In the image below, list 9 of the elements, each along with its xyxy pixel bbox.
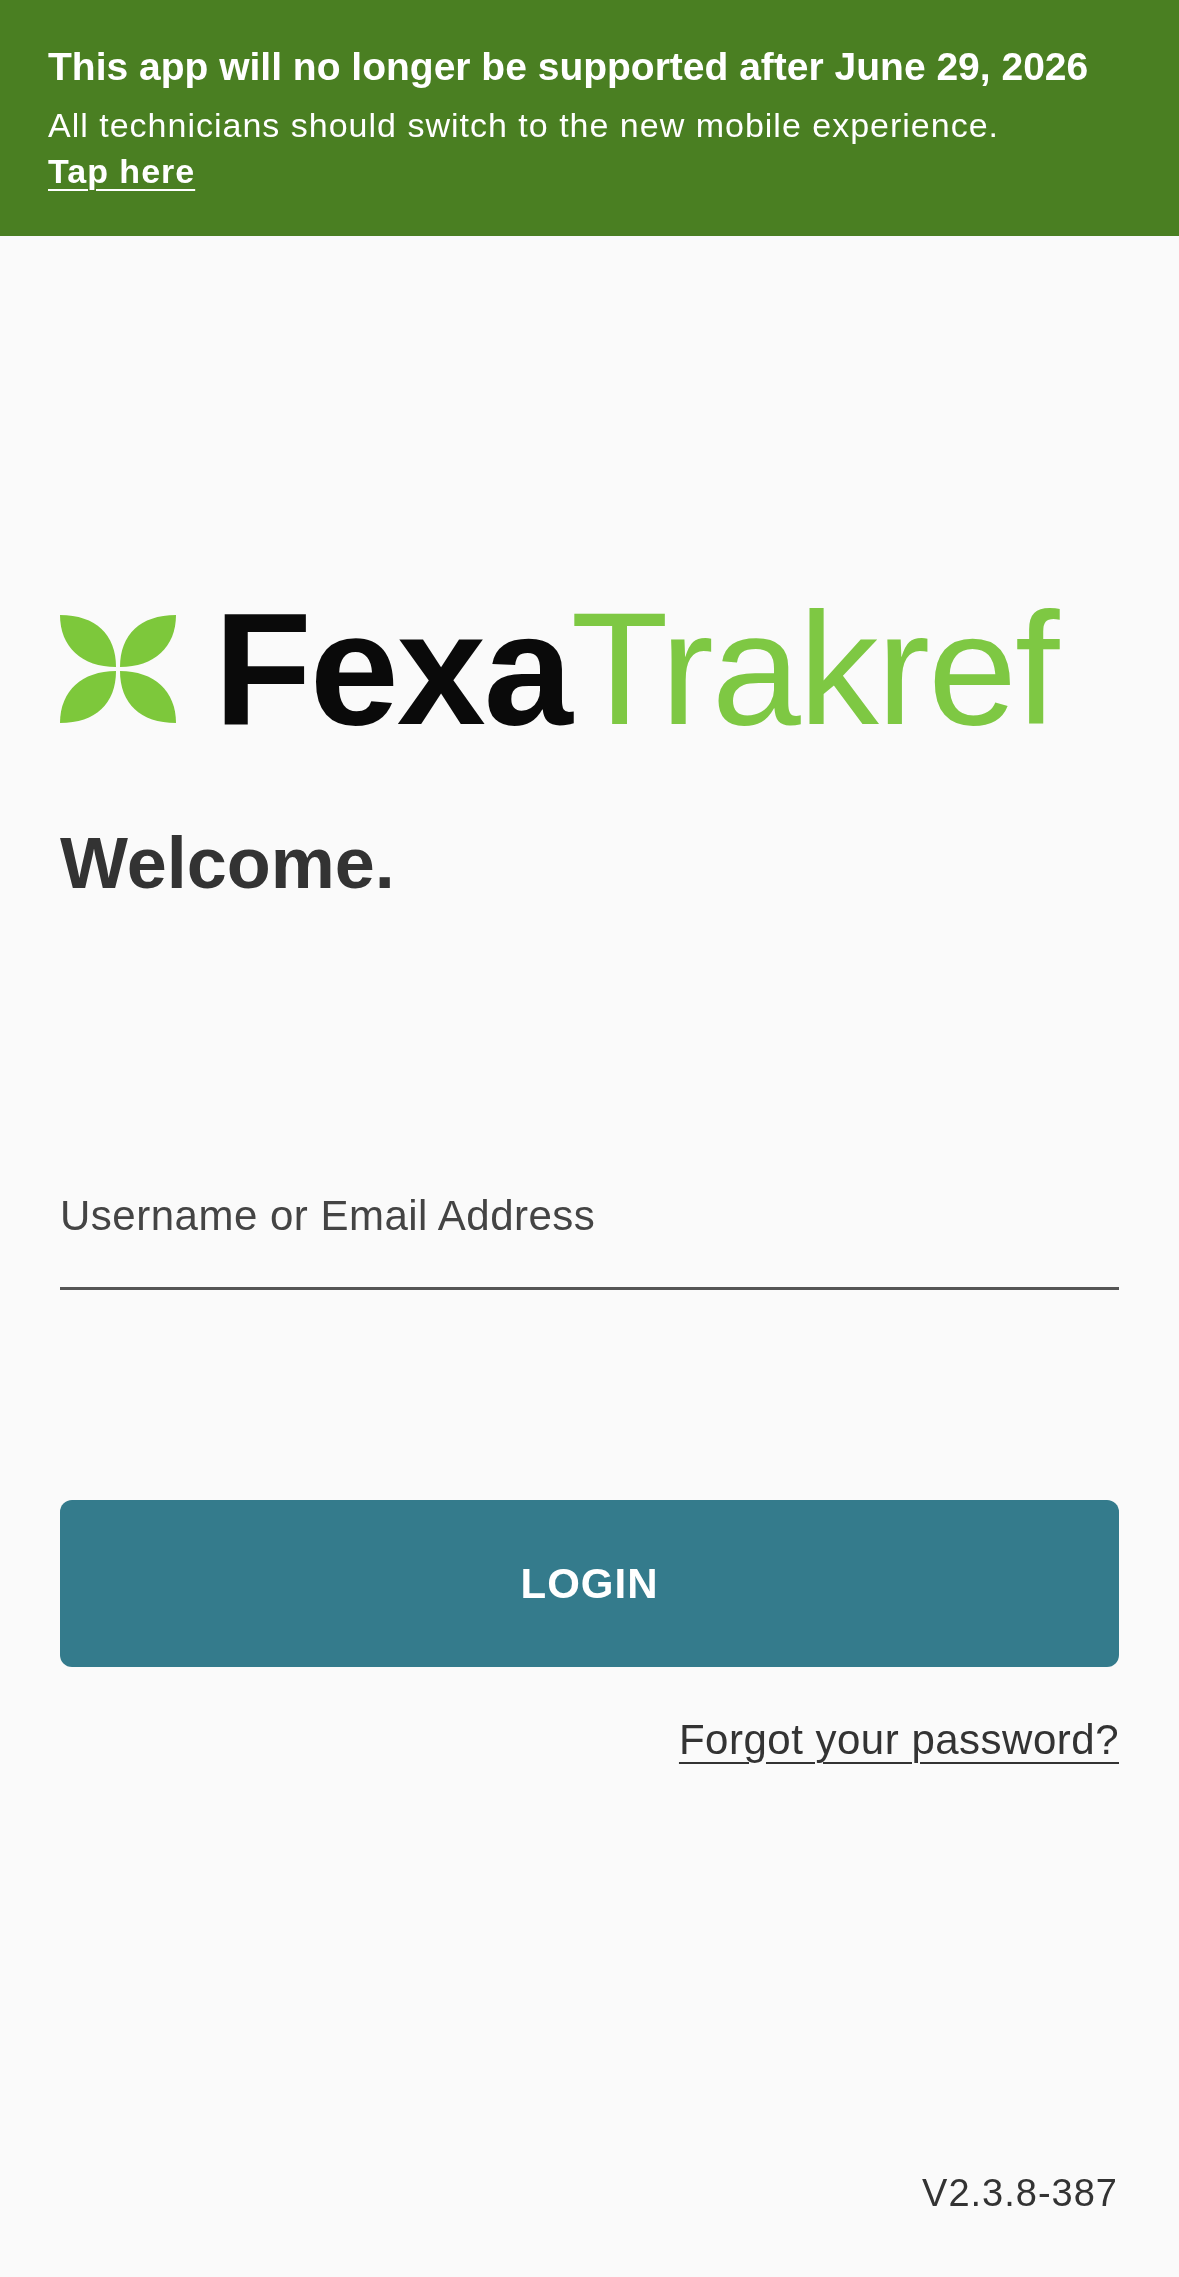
login-button[interactable]: LOGIN bbox=[60, 1500, 1119, 1667]
forgot-password-link[interactable]: Forgot your password? bbox=[678, 1719, 1119, 1761]
version-label: V2.3.8-387 bbox=[922, 2174, 1118, 2212]
logo-wordmark: FexaTrakref bbox=[214, 589, 1060, 749]
tap-here-link[interactable]: Tap here bbox=[48, 152, 196, 190]
welcome-heading: Welcome. bbox=[60, 827, 395, 899]
banner-message: All technicians should switch to the new mobile experience. Tap here bbox=[48, 105, 1001, 192]
banner-title: This app will no longer be supported after June 29, 2026 bbox=[48, 44, 1090, 90]
username-field[interactable]: Username or Email Address bbox=[60, 1195, 1119, 1290]
